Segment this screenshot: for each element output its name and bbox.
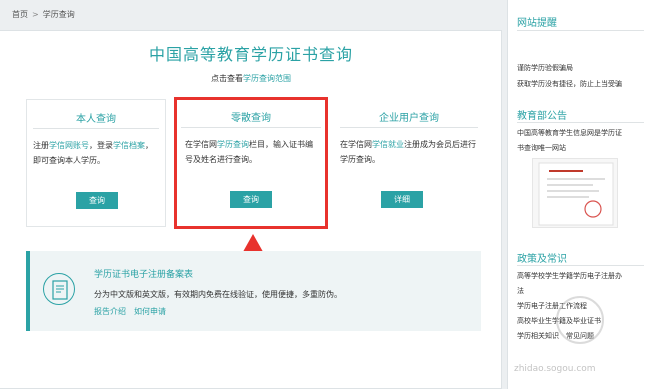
announce-heading: 教育部公告 xyxy=(517,111,567,122)
card-enterprise-query: 企业用户查询 在学信网学信就业注册成为会员后进行学历查询。 详细 xyxy=(334,99,484,227)
page-title: 中国高等教育学历证书查询 xyxy=(148,45,353,64)
breadcrumb-home[interactable]: 首页 xyxy=(12,10,28,19)
breadcrumb: 首页 > 学历查询 xyxy=(12,9,75,20)
sidebar-divider xyxy=(517,122,644,123)
query-scope-line: 点击查看学历查询范围 xyxy=(0,73,502,84)
notice-heading: 网站提醒 xyxy=(517,18,557,29)
card-divider xyxy=(33,128,159,129)
enterprise-detail-button[interactable]: 详细 xyxy=(381,191,423,208)
policy-item[interactable]: 高等学校学生学籍学历电子注册办 xyxy=(517,271,622,281)
e-registration-title[interactable]: 学历证书电子注册备案表 xyxy=(94,267,193,280)
watermark-logo-icon xyxy=(556,296,604,344)
card-text: 在学信网 xyxy=(340,140,372,149)
card-divider xyxy=(340,127,478,128)
certificate-image xyxy=(532,158,618,228)
card-text: 注册 xyxy=(33,141,49,150)
how-to-apply-link[interactable]: 如何申请 xyxy=(134,307,166,316)
chsi-account-link[interactable]: 学信网账号 xyxy=(49,141,89,150)
watermark-text: zhidao.sogou.com xyxy=(514,364,596,374)
e-registration-description: 分为中文版和英文版，有效期内免费在线验证，使用便捷，多重防伪。 xyxy=(94,290,342,299)
query-scope-prefix: 点击查看 xyxy=(211,74,243,83)
chsi-archive-link[interactable]: 学信档案 xyxy=(113,141,145,150)
card-text: ，登录 xyxy=(89,141,113,150)
notice-item[interactable]: 获取学历没有捷径，防止上当受骗 xyxy=(517,79,622,89)
breadcrumb-separator: > xyxy=(32,10,39,19)
announce-text[interactable]: 中国高等教育学生信息网是学历证 xyxy=(517,128,622,138)
personal-query-button[interactable]: 查询 xyxy=(76,192,118,209)
chsi-employment-link[interactable]: 学信就业 xyxy=(372,140,404,149)
policy-item[interactable]: 法 xyxy=(517,286,524,296)
sidebar-divider xyxy=(517,265,644,266)
query-scope-link[interactable]: 学历查询范围 xyxy=(243,74,291,83)
breadcrumb-current: 学历查询 xyxy=(42,10,75,19)
card-title: 本人查询 xyxy=(76,114,116,125)
report-intro-link[interactable]: 报告介绍 xyxy=(94,307,126,316)
sidebar-divider xyxy=(517,30,644,31)
document-icon xyxy=(43,273,75,305)
policy-heading: 政策及常识 xyxy=(517,254,567,265)
e-registration-panel: 学历证书电子注册备案表 分为中文版和英文版，有效期内免费在线验证，使用便捷，多重… xyxy=(26,251,481,331)
card-description: 在学信网学信就业注册成为会员后进行学历查询。 xyxy=(340,137,478,167)
highlight-box xyxy=(174,97,328,229)
page: 首页 > 学历查询 中国高等教育学历证书查询 点击查看学历查询范围 本人查询 注册学… xyxy=(0,0,650,389)
e-registration-links: 报告介绍 如何申请 xyxy=(94,306,174,317)
card-description: 注册学信网账号，登录学信档案，即可查询本人学历。 xyxy=(33,138,159,168)
card-personal-query: 本人查询 注册学信网账号，登录学信档案，即可查询本人学历。 查询 xyxy=(26,99,166,227)
main-panel: 中国高等教育学历证书查询 点击查看学历查询范围 本人查询 注册学信网账号，登录学… xyxy=(0,30,502,389)
notice-item[interactable]: 谨防学历验假骗局 xyxy=(517,63,573,73)
announce-text[interactable]: 书查询唯一网站 xyxy=(517,143,566,153)
card-title: 企业用户查询 xyxy=(379,113,439,124)
